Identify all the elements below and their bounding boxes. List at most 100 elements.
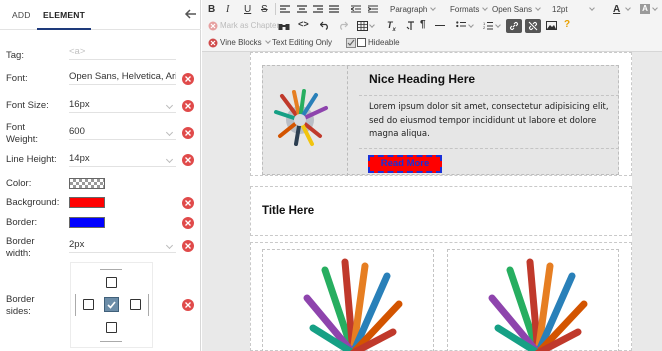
remove-font-size-button[interactable] xyxy=(182,100,194,112)
strikethrough-button[interactable]: S xyxy=(261,3,268,17)
text-editing-only-button[interactable]: Text Editing Only xyxy=(272,36,332,50)
left-side-line xyxy=(75,294,76,316)
font-size-select[interactable]: 16px xyxy=(69,97,176,113)
remove-border-sides-button[interactable] xyxy=(182,299,194,311)
chevron-down-icon[interactable] xyxy=(495,22,501,28)
content-block-1[interactable]: Nice Heading Here Lorem ipsum dolor sit … xyxy=(250,52,632,176)
binoculars-icon[interactable] xyxy=(278,21,290,31)
undo-icon[interactable] xyxy=(320,21,330,30)
mark-as-chapter-button[interactable]: Mark as Chapter xyxy=(220,19,279,33)
link-button[interactable] xyxy=(506,19,522,33)
link-icon xyxy=(509,21,519,31)
formats-select[interactable]: Formats xyxy=(450,3,489,17)
underline-button[interactable]: U xyxy=(244,3,251,17)
vine-blocks-select[interactable]: Vine Blocks xyxy=(220,36,271,50)
chevron-down-icon[interactable] xyxy=(652,5,658,11)
remove-border-button[interactable] xyxy=(182,217,194,229)
background-color-icon[interactable]: A xyxy=(640,4,650,14)
border-sides-label: Border sides: xyxy=(6,294,35,318)
align-justify-icon[interactable] xyxy=(329,5,339,14)
remove-border-width-button[interactable] xyxy=(182,240,194,252)
hideable-box[interactable] xyxy=(357,38,366,47)
hideable-checkbox[interactable] xyxy=(346,38,356,48)
chevron-down-icon[interactable] xyxy=(625,5,631,11)
table-icon[interactable] xyxy=(357,21,368,31)
unlink-icon xyxy=(528,21,538,31)
nice-heading[interactable]: Nice Heading Here xyxy=(369,72,475,86)
properties-panel: ADD ELEMENT Tag: <a> Font: Open Sans, He… xyxy=(0,0,201,351)
border-width-value: 2px xyxy=(69,239,85,250)
lorem-paragraph[interactable]: Lorem ipsum dolor sit amet, consectetur … xyxy=(369,101,621,142)
font-weight-label: Font Weight: xyxy=(6,122,38,146)
border-swatch[interactable] xyxy=(69,217,105,228)
content-block-3[interactable] xyxy=(250,242,632,351)
background-swatch[interactable] xyxy=(69,197,105,208)
redo-icon[interactable] xyxy=(338,21,348,30)
chevron-down-icon xyxy=(430,5,437,11)
font-field[interactable]: Open Sans, Helvetica, Arial xyxy=(69,69,176,85)
align-right-icon[interactable] xyxy=(313,5,323,14)
back-arrow-icon[interactable] xyxy=(184,7,198,21)
remove-font-weight-button[interactable] xyxy=(182,127,194,139)
align-center-icon[interactable] xyxy=(297,5,307,14)
font-label: Font: xyxy=(6,73,28,84)
pencils-image[interactable] xyxy=(268,86,332,150)
font-weight-select[interactable]: 600 xyxy=(69,124,176,140)
pencils-image-left[interactable] xyxy=(303,258,403,351)
unlink-button[interactable] xyxy=(525,19,541,33)
numbered-list-icon[interactable]: 12 xyxy=(483,21,493,30)
paragraph-select[interactable]: Paragraph xyxy=(390,3,437,17)
bullet-list-icon[interactable] xyxy=(456,21,466,30)
title-heading[interactable]: Title Here xyxy=(262,205,314,217)
tab-element[interactable]: ELEMENT xyxy=(43,0,85,30)
tag-field[interactable]: <a> xyxy=(69,44,176,60)
chevron-down-icon xyxy=(482,5,489,11)
right-side-checkbox[interactable] xyxy=(130,299,141,310)
tab-add[interactable]: ADD xyxy=(12,0,31,30)
read-more-button[interactable]: Read More xyxy=(368,155,442,173)
editor-area: B I U S Paragraph Formats Open Sans 12pt… xyxy=(202,0,662,351)
editor-toolbar: B I U S Paragraph Formats Open Sans 12pt… xyxy=(202,0,662,52)
remove-background-button[interactable] xyxy=(182,197,194,209)
chevron-down-icon[interactable] xyxy=(468,22,474,28)
all-sides-checkbox[interactable] xyxy=(104,297,119,312)
bookmark-icon xyxy=(208,21,218,31)
column-divider xyxy=(347,66,348,176)
source-code-button[interactable]: <> xyxy=(298,18,309,32)
pencils-image-right[interactable] xyxy=(488,258,588,351)
align-left-icon[interactable] xyxy=(280,5,290,14)
horizontal-rule-icon[interactable] xyxy=(435,25,445,26)
no-entry-icon xyxy=(208,38,218,48)
chevron-down-icon xyxy=(264,38,271,44)
content-block-2[interactable]: Title Here xyxy=(250,186,632,236)
border-label: Border: xyxy=(6,217,38,228)
remove-line-height-button[interactable] xyxy=(182,154,194,166)
color-swatch[interactable] xyxy=(69,178,105,189)
border-width-select[interactable]: 2px xyxy=(69,237,176,253)
image-icon[interactable] xyxy=(546,21,557,30)
svg-text:2: 2 xyxy=(483,25,486,30)
email-canvas: Nice Heading Here Lorem ipsum dolor sit … xyxy=(250,52,632,351)
top-side-checkbox[interactable] xyxy=(106,277,117,288)
left-side-checkbox[interactable] xyxy=(83,299,94,310)
border-sides-label-line1: Border xyxy=(6,294,35,305)
italic-button[interactable]: I xyxy=(226,3,229,17)
font-size-toolbar-select[interactable]: 12pt xyxy=(552,3,595,17)
clear-formatting-button[interactable]: Tx xyxy=(387,18,396,37)
paragraph-mark-button[interactable]: ¶ xyxy=(420,18,426,32)
heading-divider xyxy=(359,95,619,96)
font-size-label: Font Size: xyxy=(6,100,49,111)
indent-icon[interactable] xyxy=(368,5,378,14)
font-color-button[interactable]: A xyxy=(613,3,620,17)
remove-font-button[interactable] xyxy=(182,73,194,85)
help-button[interactable]: ? xyxy=(564,18,570,32)
bottom-side-checkbox[interactable] xyxy=(106,322,117,333)
vine-blocks-label: Vine Blocks xyxy=(220,38,262,47)
text-direction-icon[interactable] xyxy=(406,21,416,30)
bold-button[interactable]: B xyxy=(208,3,215,17)
font-family-select[interactable]: Open Sans xyxy=(492,3,541,17)
outdent-icon[interactable] xyxy=(351,5,361,14)
line-height-value: 14px xyxy=(69,153,90,164)
chevron-down-icon[interactable] xyxy=(369,22,375,28)
line-height-select[interactable]: 14px xyxy=(69,151,176,167)
